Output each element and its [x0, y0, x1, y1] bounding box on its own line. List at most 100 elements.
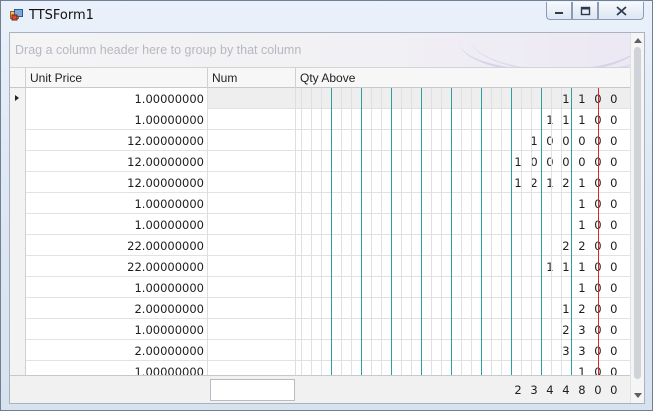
cell-qty-above[interactable]: 2 2 0 0: [296, 235, 630, 256]
cell-num[interactable]: [208, 340, 296, 361]
ladder-grid-line: [301, 88, 302, 398]
scroll-thumb[interactable]: [634, 47, 641, 379]
group-by-panel[interactable]: Drag a column header here to group by th…: [10, 33, 630, 67]
table-row[interactable]: 1.00000000 2 3 0 0: [10, 319, 630, 340]
row-indicator[interactable]: [10, 298, 26, 319]
table-row[interactable]: 1.00000000 1 0 0: [10, 193, 630, 214]
current-row-arrow-icon: [15, 95, 19, 101]
row-indicator[interactable]: [10, 172, 26, 193]
column-header-num[interactable]: Num: [208, 68, 296, 88]
cell-num[interactable]: [208, 193, 296, 214]
table-row[interactable]: 1.00000000 1 0 0: [10, 277, 630, 298]
cell-qty-above[interactable]: 1 0 0: [296, 277, 630, 298]
row-indicator[interactable]: [10, 340, 26, 361]
row-indicator[interactable]: [10, 130, 26, 151]
row-indicator[interactable]: [10, 214, 26, 235]
cell-unit-price[interactable]: 12.00000000: [26, 130, 208, 151]
cell-unit-price[interactable]: 2.00000000: [26, 340, 208, 361]
table-row[interactable]: 1.00000000 1 0 0: [10, 214, 630, 235]
table-row[interactable]: 12.00000000 1 0 0 0 0 0: [10, 130, 630, 151]
cell-num[interactable]: [208, 214, 296, 235]
cell-unit-price[interactable]: 22.00000000: [26, 256, 208, 277]
cell-qty-above[interactable]: 1 1 1 0 0: [296, 256, 630, 277]
vertical-scrollbar[interactable]: [630, 33, 644, 403]
row-indicator[interactable]: [10, 193, 26, 214]
cell-qty-above[interactable]: 1 1 1 0 0: [296, 109, 630, 130]
cell-qty-above[interactable]: 1 0 0 0 0 0: [296, 130, 630, 151]
table-row[interactable]: 2.00000000 3 3 0 0: [10, 340, 630, 361]
cell-num[interactable]: [208, 151, 296, 172]
row-indicator[interactable]: [10, 277, 26, 298]
row-indicator[interactable]: [10, 361, 26, 375]
cell-unit-price[interactable]: 1.00000000: [26, 361, 208, 375]
ladder-grid-line: [351, 88, 352, 398]
table-row[interactable]: 1.00000000 1 0 0: [10, 361, 630, 375]
scroll-up-arrow-icon[interactable]: [634, 38, 642, 43]
cell-unit-price[interactable]: 12.00000000: [26, 151, 208, 172]
minimize-button[interactable]: [546, 2, 572, 20]
cell-unit-price[interactable]: 1.00000000: [26, 319, 208, 340]
column-header-unit-price[interactable]: Unit Price: [26, 68, 208, 88]
cell-num[interactable]: [208, 130, 296, 151]
cell-unit-price[interactable]: 1.00000000: [26, 277, 208, 298]
row-indicator[interactable]: [10, 109, 26, 130]
cell-unit-price[interactable]: 22.00000000: [26, 235, 208, 256]
table-row[interactable]: 1.00000000 1 1 0 0: [10, 88, 630, 109]
cell-qty-above[interactable]: 2 3 0 0: [296, 319, 630, 340]
cell-num[interactable]: [208, 277, 296, 298]
maximize-icon: [580, 6, 590, 15]
column-header-qty-above[interactable]: Qty Above: [296, 68, 630, 88]
cell-num[interactable]: [208, 235, 296, 256]
table-row[interactable]: 2.00000000 1 2 0 0: [10, 298, 630, 319]
qty-digits: 1 0 0: [578, 281, 620, 295]
row-indicator[interactable]: [10, 256, 26, 277]
cell-qty-above[interactable]: 1 2 1 2 1 0 0: [296, 172, 630, 193]
cell-num[interactable]: [208, 361, 296, 375]
group-panel-hint: Drag a column header here to group by th…: [15, 43, 302, 57]
ladder-grid-line: [551, 88, 552, 398]
row-indicator[interactable]: [10, 151, 26, 172]
cell-unit-price[interactable]: 1.00000000: [26, 193, 208, 214]
table-row[interactable]: 22.00000000 1 1 1 0 0: [10, 256, 630, 277]
table-row[interactable]: 12.00000000 1 2 1 2 1 0 0: [10, 172, 630, 193]
cell-qty-above[interactable]: 3 3 0 0: [296, 340, 630, 361]
qty-digits: 1 1 1 0 0: [546, 260, 620, 274]
ladder-grid-line: [491, 88, 492, 398]
cell-qty-above[interactable]: 1 0 0: [296, 214, 630, 235]
row-indicator[interactable]: [10, 319, 26, 340]
red-marker-line: [598, 88, 599, 398]
qty-digits: 1 0 0: [578, 365, 620, 375]
cell-qty-above[interactable]: 1 0 0: [296, 193, 630, 214]
table-row[interactable]: 12.00000000 1 0 0 0 0 0 0: [10, 151, 630, 172]
footer-summary-row: 2 3 4 4 8 0 0: [10, 375, 630, 403]
grid-control: Drag a column header here to group by th…: [9, 32, 645, 404]
cell-qty-above[interactable]: 1 1 0 0: [296, 88, 630, 109]
cell-unit-price[interactable]: 2.00000000: [26, 298, 208, 319]
cell-qty-above[interactable]: 1 0 0 0 0 0 0: [296, 151, 630, 172]
table-row[interactable]: 1.00000000 1 1 1 0 0: [10, 109, 630, 130]
row-indicator[interactable]: [10, 88, 26, 109]
title-bar[interactable]: TTSForm1: [1, 1, 652, 31]
cell-unit-price[interactable]: 12.00000000: [26, 172, 208, 193]
cell-qty-above[interactable]: 1 2 0 0: [296, 298, 630, 319]
cell-num[interactable]: [208, 88, 296, 109]
scroll-down-arrow-icon[interactable]: [634, 393, 642, 398]
maximize-button[interactable]: [572, 2, 598, 20]
close-icon: [615, 5, 627, 16]
cell-unit-price[interactable]: 1.00000000: [26, 88, 208, 109]
minimize-icon: [555, 11, 563, 14]
ladder-grid-line: [461, 88, 462, 398]
cell-num[interactable]: [208, 319, 296, 340]
cell-num[interactable]: [208, 172, 296, 193]
cell-unit-price[interactable]: 1.00000000: [26, 109, 208, 130]
cell-qty-above[interactable]: 1 0 0: [296, 361, 630, 375]
table-row[interactable]: 22.00000000 2 2 0 0: [10, 235, 630, 256]
close-button[interactable]: [598, 2, 644, 20]
cell-num[interactable]: [208, 109, 296, 130]
cell-unit-price[interactable]: 1.00000000: [26, 214, 208, 235]
footer-num-editor[interactable]: [210, 379, 295, 401]
cell-num[interactable]: [208, 256, 296, 277]
cell-num[interactable]: [208, 298, 296, 319]
row-indicator[interactable]: [10, 235, 26, 256]
ladder-grid-line: [311, 88, 312, 398]
